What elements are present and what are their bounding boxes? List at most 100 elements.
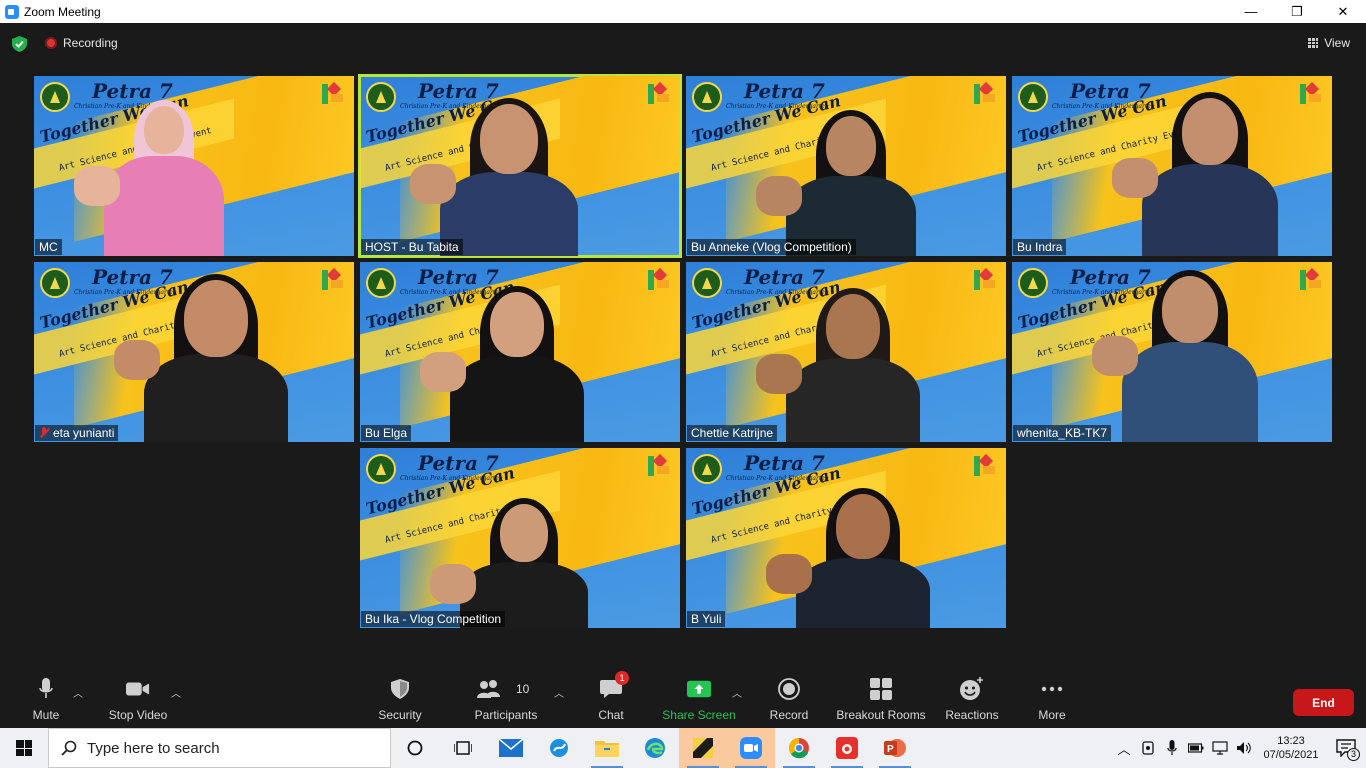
video-tile[interactable]: Petra 7 Christian Pre-K and Kindergarten… — [1012, 76, 1332, 256]
close-window-button[interactable]: ✕ — [1320, 0, 1366, 23]
tray-microphone-icon[interactable] — [1160, 728, 1184, 768]
participants-button[interactable]: 10 Participants — [470, 673, 542, 728]
participant-name: whenita_KB-TK7 — [1017, 426, 1108, 440]
grid-view-icon — [1308, 38, 1319, 48]
participant-name-label: Bu Indra — [1013, 239, 1067, 255]
muted-microphone-icon — [39, 427, 49, 439]
search-placeholder: Type here to search — [87, 739, 220, 757]
participant-name-label: Bu Elga — [361, 425, 412, 441]
more-dots-icon — [1040, 677, 1064, 701]
cortana-button[interactable] — [391, 728, 439, 768]
participant-name: Bu Anneke (Vlog Competition) — [691, 240, 852, 254]
reactions-button[interactable]: Reactions — [944, 673, 1000, 728]
clock-date: 07/05/2021 — [1263, 749, 1319, 761]
chat-label: Chat — [598, 708, 624, 722]
breakout-rooms-button[interactable]: Breakout Rooms — [836, 673, 926, 728]
mute-button[interactable]: Mute — [26, 673, 66, 728]
chat-button[interactable]: 1 Chat — [592, 671, 630, 728]
powerpoint-icon: P — [884, 739, 906, 757]
record-button[interactable]: Record — [766, 673, 812, 728]
title-bar: Zoom Meeting — ❐ ✕ — [0, 0, 1366, 23]
video-tile[interactable]: Petra 7 Christian Pre-K and Kindergarten… — [1012, 262, 1332, 442]
video-tile[interactable]: Petra 7 Christian Pre-K and Kindergarten… — [686, 262, 1006, 442]
participant-video — [360, 448, 680, 628]
taskbar-clock[interactable]: 13:23 07/05/2021 — [1256, 734, 1326, 762]
sticky-note-icon — [693, 738, 713, 758]
participant-name: Chettie Katrijne — [691, 426, 774, 440]
video-tile[interactable]: Petra 7 Christian Pre-K and Kindergarten… — [34, 262, 354, 442]
recording-label: Recording — [63, 36, 118, 50]
windows-taskbar: Type here to search P ︿ 13:23 07/05/2021… — [0, 728, 1366, 768]
share-options-chevron-icon[interactable]: ︿ — [732, 685, 742, 700]
minimize-button[interactable]: — — [1228, 0, 1274, 23]
taskbar-edge[interactable] — [631, 728, 679, 768]
participant-name: Bu Elga — [365, 426, 408, 440]
more-label: More — [1038, 708, 1066, 722]
edge-browser-icon — [645, 738, 665, 758]
security-button[interactable]: Security — [375, 673, 425, 728]
taskbar-zoom[interactable] — [727, 728, 775, 768]
view-button[interactable]: View — [1308, 36, 1350, 50]
taskbar-powerpoint[interactable]: P — [871, 728, 919, 768]
mute-label: Mute — [32, 708, 60, 722]
share-screen-button[interactable]: Share Screen — [662, 673, 736, 728]
security-shield-icon[interactable] — [12, 36, 27, 52]
security-label: Security — [378, 708, 422, 722]
participants-label: Participants — [474, 708, 538, 722]
tray-battery-icon[interactable] — [1184, 728, 1208, 768]
stop-video-label: Stop Video — [108, 708, 168, 722]
windows-logo-icon — [16, 740, 32, 756]
tray-chevron-up-icon[interactable]: ︿ — [1112, 728, 1136, 768]
video-tile[interactable]: Petra 7 Christian Pre-K and Kindergarten… — [360, 262, 680, 442]
end-meeting-button[interactable]: End — [1293, 689, 1354, 716]
tray-app-icon[interactable] — [1136, 728, 1160, 768]
participant-video — [34, 262, 354, 442]
chat-unread-badge: 1 — [615, 671, 629, 685]
cortana-circle-icon — [407, 740, 423, 756]
notification-center-button[interactable]: 3 — [1326, 728, 1366, 768]
task-view-button[interactable] — [439, 728, 487, 768]
app-swirl-icon — [550, 739, 568, 757]
svg-text:P: P — [887, 744, 894, 755]
video-tile[interactable]: Petra 7 Christian Pre-K and Kindergarten… — [686, 76, 1006, 256]
tray-network-icon[interactable] — [1208, 728, 1232, 768]
taskbar-camera-app[interactable] — [823, 728, 871, 768]
taskbar-search-box[interactable]: Type here to search — [48, 728, 391, 768]
taskbar-mail[interactable] — [487, 728, 535, 768]
video-camera-icon — [126, 677, 150, 701]
stop-video-button[interactable]: Stop Video — [104, 673, 172, 728]
video-tile[interactable]: Petra 7 Christian Pre-K and Kindergarten… — [686, 448, 1006, 628]
participant-name: MC — [39, 240, 58, 254]
search-icon — [61, 740, 77, 756]
taskbar-apps: P — [391, 728, 919, 768]
participant-name: B Yuli — [691, 612, 722, 626]
participants-options-chevron-icon[interactable]: ︿ — [554, 685, 564, 700]
participant-name-label: MC — [35, 239, 62, 255]
tray-volume-icon[interactable] — [1232, 728, 1256, 768]
shield-icon — [388, 677, 412, 701]
microphone-icon — [34, 677, 58, 701]
audio-options-chevron-icon[interactable]: ︿ — [73, 685, 83, 700]
video-tile[interactable]: Petra 7 Christian Pre-K and Kindergarten… — [34, 76, 354, 256]
record-label: Record — [769, 708, 809, 722]
reactions-label: Reactions — [945, 708, 999, 722]
participant-video — [1012, 76, 1332, 256]
more-button[interactable]: More — [1032, 673, 1072, 728]
taskbar-sticky-notes[interactable] — [679, 728, 727, 768]
participant-name-label: HOST - Bu Tabita — [361, 239, 463, 255]
taskbar-file-explorer[interactable] — [583, 728, 631, 768]
participant-video — [686, 262, 1006, 442]
start-button[interactable] — [0, 728, 48, 768]
recording-indicator[interactable]: Recording — [45, 36, 118, 50]
taskbar-chrome[interactable] — [775, 728, 823, 768]
breakout-rooms-label: Breakout Rooms — [836, 708, 926, 722]
video-options-chevron-icon[interactable]: ︿ — [171, 685, 181, 700]
video-tile[interactable]: Petra 7 Christian Pre-K and Kindergarten… — [358, 74, 682, 258]
taskbar-app-blue[interactable] — [535, 728, 583, 768]
participant-video — [360, 262, 680, 442]
window-title: Zoom Meeting — [24, 4, 101, 19]
participant-name-label: Bu Ika - Vlog Competition — [361, 611, 506, 627]
window-controls: — ❐ ✕ — [1228, 0, 1366, 23]
maximize-button[interactable]: ❐ — [1274, 0, 1320, 23]
video-tile[interactable]: Petra 7 Christian Pre-K and Kindergarten… — [360, 448, 680, 628]
